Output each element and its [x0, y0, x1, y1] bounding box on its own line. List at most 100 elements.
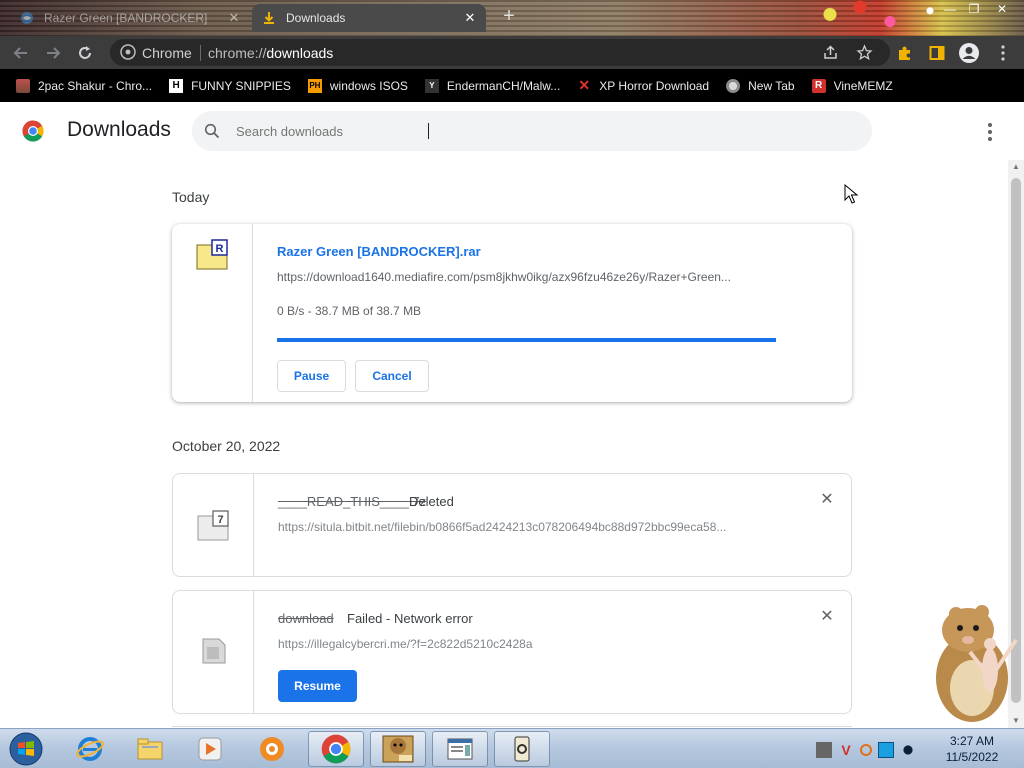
- download-status: Deleted: [409, 494, 454, 509]
- reload-button[interactable]: [74, 42, 96, 64]
- date-header-today: Today: [172, 189, 210, 205]
- bookmark-label: 2pac Shakur - Chro...: [38, 78, 153, 93]
- clock-time: 3:27 AM: [949, 734, 995, 748]
- site-chip-label: Chrome: [142, 45, 192, 61]
- scroll-up-arrow-icon[interactable]: ▲: [1008, 160, 1024, 174]
- mouse-cursor-icon: [844, 184, 858, 204]
- bookmark-label: FUNNY SNIPPIES: [191, 78, 291, 93]
- tray-search-icon[interactable]: [860, 744, 872, 756]
- close-icon[interactable]: ✕: [224, 10, 244, 26]
- back-button[interactable]: [10, 42, 32, 64]
- taskbar-uc-browser[interactable]: [244, 731, 300, 767]
- 7z-archive-icon: 7: [197, 510, 229, 541]
- extensions-button[interactable]: [894, 42, 916, 64]
- forward-button[interactable]: [42, 42, 64, 64]
- media-player-icon: [198, 737, 222, 761]
- menu-dot: [988, 137, 992, 141]
- file-icon-column: 7: [173, 474, 254, 576]
- browser-menu-button[interactable]: [992, 42, 1014, 64]
- menu-dot: [988, 130, 992, 134]
- address-bar[interactable]: Chrome chrome://downloads: [110, 39, 890, 66]
- close-window-button[interactable]: ✕: [988, 0, 1016, 20]
- remove-item-close-icon[interactable]: ✕: [817, 607, 837, 627]
- bookmark-xp-horror[interactable]: ✕ XP Horror Download: [577, 77, 710, 93]
- tray-network-icon[interactable]: [878, 742, 894, 758]
- search-icon: [204, 123, 220, 139]
- tray-volume-icon[interactable]: [900, 742, 916, 758]
- bookmark-vinememz[interactable]: R VineMEMZ: [811, 78, 893, 93]
- bookmark-label: XP Horror Download: [599, 78, 710, 93]
- chrome-logo-icon: [22, 120, 44, 142]
- uc-browser-icon: [260, 737, 284, 761]
- taskbar-window-app[interactable]: [432, 731, 488, 767]
- window-app-icon: [447, 738, 473, 760]
- cancel-button[interactable]: Cancel: [355, 360, 429, 392]
- page-menu-button[interactable]: [980, 122, 1000, 142]
- download-filename: download: [278, 611, 334, 626]
- download-filename-link[interactable]: Razer Green [BANDROCKER].rar: [277, 244, 481, 259]
- taskbar-clock[interactable]: 3:27 AM 11/5/2022: [934, 733, 1010, 765]
- download-icon: [264, 12, 274, 24]
- svg-text:7: 7: [217, 514, 223, 526]
- share-icon[interactable]: [822, 44, 839, 61]
- download-source-url: https://situla.bitbit.net/filebin/b0866f…: [278, 520, 727, 534]
- bookmark-star-icon[interactable]: [856, 44, 873, 61]
- bookmark-label: VineMEMZ: [833, 78, 893, 93]
- bookmarks-bar: 2pac Shakur - Chro... H FUNNY SNIPPIES P…: [0, 69, 1024, 102]
- new-tab-button[interactable]: +: [498, 6, 520, 28]
- chrome-icon: [321, 734, 351, 764]
- tray-v-icon[interactable]: V: [838, 742, 854, 758]
- archive-app-icon: [514, 736, 530, 762]
- restore-button[interactable]: ❐: [960, 0, 988, 20]
- side-panel-button[interactable]: [926, 42, 948, 64]
- hamster-dancer-image: [936, 605, 1018, 722]
- bookmark-label: New Tab: [748, 78, 795, 93]
- bookmark-image-icon: [16, 78, 30, 93]
- close-icon[interactable]: ✕: [460, 10, 480, 26]
- remove-item-close-icon[interactable]: ✕: [817, 490, 837, 510]
- taskbar-chrome[interactable]: [308, 731, 364, 767]
- taskbar-internet-explorer[interactable]: [62, 731, 118, 767]
- generic-file-icon: [202, 638, 226, 664]
- ph-logo-icon: PH: [307, 78, 322, 93]
- h-logo-icon: H: [169, 78, 184, 93]
- failed-filename: download: [278, 611, 334, 626]
- taskbar-media-player[interactable]: [182, 731, 238, 767]
- windows-start-icon[interactable]: [6, 731, 46, 767]
- download-item-razer: R Razer Green [BANDROCKER].rar https://d…: [172, 224, 852, 402]
- tab-razer-green[interactable]: Razer Green [BANDROCKER] ✕: [10, 4, 250, 32]
- bookmark-2pac[interactable]: 2pac Shakur - Chro...: [16, 78, 153, 93]
- search-box[interactable]: [192, 111, 872, 151]
- tab-downloads[interactable]: Downloads ✕: [252, 4, 486, 32]
- bookmark-new-tab[interactable]: New Tab: [726, 78, 795, 93]
- download-progress-text: 0 B/s - 38.7 MB of 38.7 MB: [277, 304, 422, 318]
- browser-toolbar: Chrome chrome://downloads: [0, 36, 1024, 69]
- downloads-page: Downloads ▲ ▼ Today R Razer Green [BANDR…: [0, 102, 1024, 728]
- r-logo-icon: R: [811, 78, 826, 93]
- taskbar-bonzi-box[interactable]: [370, 731, 426, 767]
- tab-strip: Razer Green [BANDROCKER] ✕ Downloads ✕ +…: [0, 0, 1024, 36]
- bookmark-windows-isos[interactable]: PH windows ISOS: [307, 78, 408, 93]
- date-header-oct-20: October 20, 2022: [172, 438, 281, 454]
- bookmark-funny-snippies[interactable]: H FUNNY SNIPPIES: [169, 78, 291, 93]
- page-title: Downloads: [67, 118, 171, 141]
- bookmark-endermanch[interactable]: Y EndermanCH/Malw...: [424, 78, 560, 93]
- taskbar-file-explorer[interactable]: [122, 731, 178, 767]
- divider: [200, 45, 201, 61]
- download-item-read-this: 7 ____READ_THIS____.7z Deleted https://s…: [172, 473, 852, 577]
- tray-app-icon[interactable]: [816, 742, 832, 758]
- taskbar-archive-app[interactable]: [494, 731, 550, 767]
- rar-archive-icon[interactable]: R: [196, 239, 228, 271]
- svg-text:R: R: [216, 243, 224, 255]
- avatar-icon: [959, 43, 979, 63]
- download-source-url[interactable]: https://download1640.mediafire.com/psm8j…: [277, 270, 777, 284]
- profile-button[interactable]: [958, 42, 980, 64]
- puzzle-icon: [899, 46, 910, 60]
- mediafire-icon: [21, 12, 33, 24]
- search-input[interactable]: [236, 121, 836, 141]
- file-icon-column: [173, 591, 254, 713]
- download-status: Failed - Network error: [347, 611, 473, 626]
- url-host: downloads: [266, 45, 334, 61]
- pause-button[interactable]: Pause: [277, 360, 346, 392]
- resume-button[interactable]: Resume: [278, 670, 357, 702]
